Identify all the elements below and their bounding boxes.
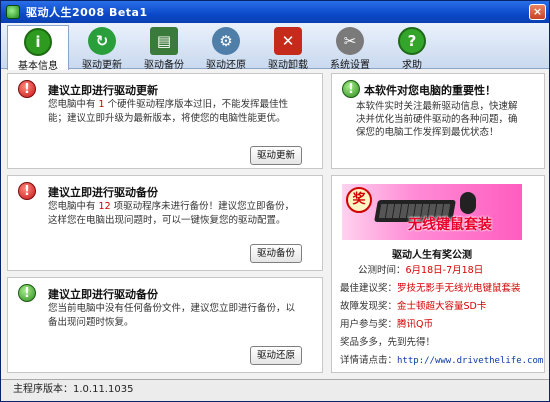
info-icon: i — [24, 28, 52, 56]
info-row: 公测时间：6月18日-7月18日 — [340, 262, 483, 276]
backup-panel: ! 建议立即进行驱动备份 您电脑中有 12 项驱动程序未进行备份！建议您立即备份… — [7, 175, 323, 271]
tab-label: 基本信息 — [18, 61, 58, 72]
promo-text: 无线键鼠套装 — [408, 217, 492, 233]
tab-driver-update[interactable]: ↻ 驱动更新 — [71, 25, 133, 71]
promo-banner[interactable]: 奖 无线键鼠套装 — [342, 184, 522, 240]
window-title: 驱动人生2008 Beta1 — [26, 6, 148, 19]
row-key: 最佳建议奖： — [340, 283, 398, 294]
refresh-icon: ↻ — [88, 27, 116, 55]
panel-title: 建议立即进行驱动备份 — [48, 288, 158, 301]
tab-basic-info[interactable]: i 基本信息 — [7, 25, 69, 72]
unbacked-count: 12 — [98, 201, 111, 212]
panel-title: 建议立即进行驱动备份 — [48, 186, 158, 199]
panel-description: 您当前电脑中没有任何备份文件，建议您立即进行备份，以备出现问题时恢复。 — [48, 303, 296, 328]
tab-system-settings[interactable]: ✂ 系统设置 — [319, 25, 381, 71]
close-button[interactable]: × — [529, 4, 546, 20]
ok-icon: ! — [342, 80, 360, 98]
title-bar: 驱动人生2008 Beta1 × — [1, 1, 549, 23]
driver-backup-button[interactable]: 驱动备份 — [249, 244, 302, 263]
help-icon: ? — [398, 27, 426, 55]
prize-stamp-icon: 奖 — [346, 187, 372, 213]
details-link[interactable]: http://www.drivethelife.com — [397, 356, 543, 366]
desc-text: 您电脑中有 — [48, 99, 99, 110]
tab-help[interactable]: ? 求助 — [381, 25, 443, 71]
warning-icon: ! — [18, 80, 36, 98]
tab-label: 驱动还原 — [206, 60, 246, 71]
tab-driver-backup[interactable]: ▤ 驱动备份 — [133, 25, 195, 71]
tab-label: 驱动备份 — [144, 60, 184, 71]
uninstall-icon: ✕ — [274, 27, 302, 55]
tab-label: 求助 — [402, 60, 422, 71]
panel-title: 本软件对您电脑的重要性！ — [364, 84, 496, 97]
panel-title: 建议立即进行驱动更新 — [48, 84, 158, 97]
panel-description: 本软件实时关注最新驱动信息，快速解决并优化当前硬件驱动的各种问题，确保您的电脑工… — [356, 101, 518, 138]
info-row: 详情请点击：http://www.drivethelife.com — [340, 352, 543, 366]
restore-panel: ! 建议立即进行驱动备份 您当前电脑中没有任何备份文件，建议您立即进行备份，以备… — [7, 277, 323, 373]
info-row: 奖品多多，先到先得！ — [340, 334, 435, 348]
main-content: ! 建议立即进行驱动更新 您电脑中有 1 个硬件驱动程序版本过旧，不能发挥最佳性… — [7, 73, 545, 377]
mouse-image — [460, 192, 476, 214]
info-row: 故障发现奖：金士顿超大容量SD卡 — [340, 298, 486, 312]
app-logo-icon — [6, 5, 20, 19]
main-toolbar: i 基本信息 ↻ 驱动更新 ▤ 驱动备份 ⚙ 驱动还原 ✕ 驱动卸载 ✂ 系统设… — [1, 23, 549, 72]
driver-update-button[interactable]: 驱动更新 — [249, 146, 302, 165]
tab-label: 系统设置 — [330, 60, 370, 71]
row-key: 故障发现奖： — [340, 301, 398, 312]
panel-description: 您电脑中有 1 个硬件驱动程序版本过旧，不能发挥最佳性能；建议立即升级为最新版本… — [48, 98, 302, 126]
lottery-panel: 奖 无线键鼠套装 驱动人生有奖公测 公测时间：6月18日-7月18日 最佳建议奖… — [331, 175, 545, 373]
ok-icon: ! — [18, 284, 36, 302]
panel-description: 您电脑中有 12 项驱动程序未进行备份！建议您立即备份，这样您在电脑出现问题时，… — [48, 200, 302, 228]
floppy-icon: ▤ — [150, 27, 178, 55]
tab-driver-uninstall[interactable]: ✕ 驱动卸载 — [257, 25, 319, 71]
row-key: 用户参与奖： — [340, 319, 398, 330]
tab-driver-restore[interactable]: ⚙ 驱动还原 — [195, 25, 257, 71]
row-key: 奖品多多，先到先得！ — [340, 337, 436, 348]
update-panel: ! 建议立即进行驱动更新 您电脑中有 1 个硬件驱动程序版本过旧，不能发挥最佳性… — [7, 73, 323, 169]
row-value: 金士顿超大容量SD卡 — [397, 301, 487, 312]
info-row: 最佳建议奖：罗技无影手无线光电键鼠套装 — [340, 280, 521, 294]
desc-text: 您电脑中有 — [48, 201, 99, 212]
tab-label: 驱动卸载 — [268, 60, 308, 71]
warning-icon: ! — [18, 182, 36, 200]
row-value: 6月18日-7月18日 — [405, 265, 484, 276]
row-value: 罗技无影手无线光电键鼠套装 — [397, 283, 521, 294]
status-bar: 主程序版本：1.0.11.1035 — [1, 379, 549, 401]
tools-icon: ✂ — [336, 27, 364, 55]
driver-restore-button[interactable]: 驱动还原 — [249, 346, 302, 365]
row-key: 公测时间： — [358, 265, 406, 276]
app-window: 驱动人生2008 Beta1 × i 基本信息 ↻ 驱动更新 ▤ 驱动备份 ⚙ … — [0, 0, 550, 402]
lottery-title: 驱动人生有奖公测 — [392, 250, 472, 261]
row-key: 详情请点击： — [340, 355, 398, 366]
info-row: 用户参与奖：腾讯Q币 — [340, 316, 433, 330]
restore-gear-icon: ⚙ — [212, 27, 240, 55]
importance-panel: ! 本软件对您电脑的重要性！ 本软件实时关注最新驱动信息，快速解决并优化当前硬件… — [331, 73, 545, 169]
tab-label: 驱动更新 — [82, 60, 122, 71]
row-value: 腾讯Q币 — [397, 319, 433, 330]
